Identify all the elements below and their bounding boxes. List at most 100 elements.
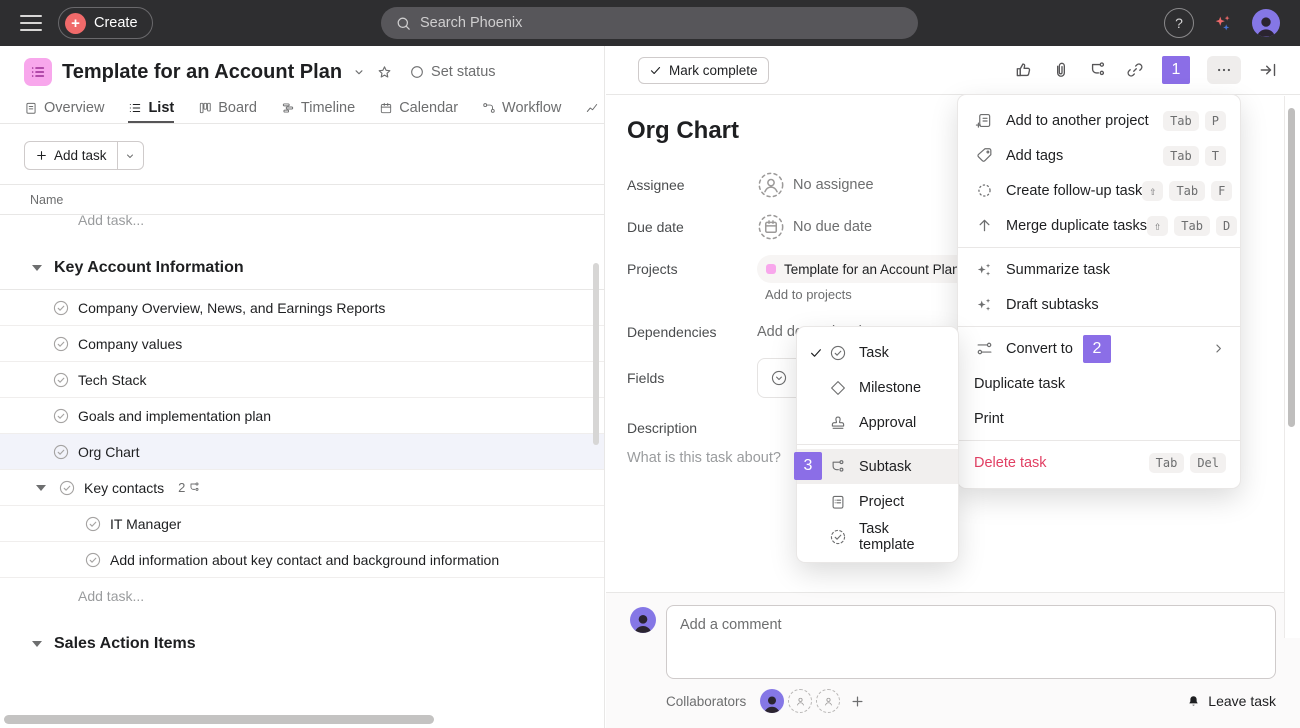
check-circle-icon[interactable] — [84, 551, 102, 569]
attachment-icon[interactable] — [1051, 60, 1071, 80]
menu-item-add-tags[interactable]: Add tags TabT — [958, 138, 1240, 173]
collapse-panel-icon[interactable] — [1258, 60, 1278, 80]
kbd-key: ⇧ — [1142, 181, 1163, 201]
add-collaborator-button[interactable] — [850, 694, 865, 709]
check-icon — [649, 64, 662, 77]
title-chevron-down-icon[interactable] — [352, 65, 366, 79]
column-header-name[interactable]: Name — [0, 184, 604, 215]
submenu-item-subtask[interactable]: 3 Subtask — [797, 449, 958, 484]
assignee-placeholder-icon — [757, 171, 785, 199]
kbd-key: Tab — [1163, 146, 1199, 166]
add-collaborator-placeholder-icon[interactable] — [816, 689, 840, 713]
collapse-triangle-icon[interactable] — [32, 641, 42, 647]
mark-complete-button[interactable]: Mark complete — [638, 57, 769, 84]
link-icon[interactable] — [1125, 60, 1145, 80]
project-chip[interactable]: Template for an Account Plan — [757, 255, 972, 283]
check-circle-icon[interactable] — [52, 443, 70, 461]
section-row[interactable]: Sales Action Items — [0, 622, 604, 653]
task-row[interactable]: Tech Stack — [0, 362, 604, 398]
add-task-button[interactable]: Add task — [25, 148, 117, 163]
menu-item-add-to-another-project[interactable]: Add to another project TabP — [958, 103, 1240, 138]
list-vertical-scrollbar[interactable] — [593, 263, 599, 445]
assignee-label: Assignee — [627, 177, 757, 193]
menu-item-print[interactable]: Print — [958, 401, 1240, 436]
tag-icon — [974, 146, 994, 166]
set-status-label: Set status — [431, 64, 495, 80]
add-collaborator-placeholder-icon[interactable] — [788, 689, 812, 713]
circle-check-icon — [829, 344, 851, 362]
plus-icon: + — [65, 13, 86, 34]
tab-timeline[interactable]: Timeline — [281, 100, 355, 123]
collapse-triangle-icon[interactable] — [32, 265, 42, 271]
menu-item-create-follow-up-task[interactable]: Create follow-up task ⇧TabF — [958, 173, 1240, 208]
tab-workflow[interactable]: Workflow — [482, 100, 561, 123]
kbd-key: T — [1205, 146, 1226, 166]
assignee-value[interactable]: No assignee — [757, 171, 874, 199]
task-row[interactable]: Goals and implementation plan — [0, 398, 604, 434]
detail-vertical-scrollbar[interactable] — [1288, 108, 1295, 427]
submenu-item-task-template[interactable]: Task template — [797, 519, 958, 554]
calendar-icon — [379, 101, 393, 115]
menu-item-duplicate-task[interactable]: Duplicate task — [958, 366, 1240, 401]
add-task-dropdown-button[interactable] — [117, 142, 143, 169]
bell-icon — [1186, 694, 1201, 709]
check-circle-icon[interactable] — [84, 515, 102, 533]
add-task-row[interactable]: Add task... — [0, 215, 604, 238]
check-circle-icon[interactable] — [52, 371, 70, 389]
help-button[interactable]: ? — [1164, 8, 1194, 38]
search-input[interactable] — [420, 15, 904, 31]
submenu-item-project[interactable]: Project — [797, 484, 958, 519]
kbd-key: D — [1216, 216, 1237, 236]
task-row[interactable]: Company values — [0, 326, 604, 362]
menu-item-delete-task[interactable]: Delete task TabDel — [958, 445, 1240, 480]
star-icon[interactable] — [376, 64, 393, 81]
user-avatar[interactable] — [1252, 9, 1280, 37]
menu-item-convert-to[interactable]: Convert to 2 — [958, 331, 1240, 366]
task-row-selected[interactable]: Org Chart — [0, 434, 604, 470]
collaborators-label: Collaborators — [666, 694, 746, 709]
kbd-key: Del — [1190, 453, 1226, 473]
menu-divider — [958, 440, 1240, 441]
subtask-row[interactable]: IT Manager — [0, 506, 604, 542]
menu-item-merge-duplicate-tasks[interactable]: Merge duplicate tasks ⇧TabD — [958, 208, 1240, 243]
subtask-icon[interactable] — [1088, 60, 1108, 80]
check-circle-icon[interactable] — [52, 299, 70, 317]
chevron-down-icon — [124, 150, 136, 162]
check-circle-icon[interactable] — [58, 479, 76, 497]
like-icon[interactable] — [1014, 60, 1034, 80]
comment-box[interactable] — [666, 605, 1276, 679]
tab-board[interactable]: Board — [198, 100, 257, 123]
status-circle-icon — [409, 64, 425, 80]
task-actions-menu: Add to another project TabP Add tags Tab… — [958, 95, 1240, 488]
menu-item-draft-subtasks[interactable]: Draft subtasks — [958, 287, 1240, 322]
ai-sparkle-icon — [974, 295, 994, 315]
horizontal-scrollbar[interactable] — [4, 715, 434, 724]
due-date-value[interactable]: No due date — [757, 213, 872, 241]
sidebar-toggle-icon[interactable] — [20, 15, 42, 31]
search-bar[interactable] — [381, 7, 918, 39]
subtask-row[interactable]: Add information about key contact and ba… — [0, 542, 604, 578]
menu-item-summarize-task[interactable]: Summarize task — [958, 252, 1240, 287]
arrow-up-icon — [974, 216, 994, 236]
leave-task-button[interactable]: Leave task — [1186, 693, 1276, 709]
tab-overview[interactable]: Overview — [24, 100, 104, 123]
more-actions-button[interactable] — [1207, 56, 1241, 84]
task-row[interactable]: Company Overview, News, and Earnings Rep… — [0, 290, 604, 326]
submenu-item-milestone[interactable]: Milestone — [797, 370, 958, 405]
comment-input[interactable] — [667, 606, 1275, 678]
set-status-button[interactable]: Set status — [409, 64, 495, 80]
ai-sparkle-icon[interactable] — [1212, 12, 1234, 34]
section-row[interactable]: Key Account Information — [0, 246, 604, 290]
create-button[interactable]: + Create — [58, 7, 153, 39]
task-row-expandable[interactable]: Key contacts 2 — [0, 470, 604, 506]
submenu-item-approval[interactable]: Approval — [797, 405, 958, 440]
check-circle-icon[interactable] — [52, 407, 70, 425]
collapse-triangle-icon[interactable] — [36, 485, 46, 491]
add-task-row[interactable]: Add task... — [0, 578, 604, 614]
tab-calendar[interactable]: Calendar — [379, 100, 458, 123]
tab-list[interactable]: List — [128, 100, 174, 123]
check-circle-icon[interactable] — [52, 335, 70, 353]
overview-icon — [24, 101, 38, 115]
submenu-item-task[interactable]: Task — [797, 335, 958, 370]
collaborator-avatar[interactable] — [760, 689, 784, 713]
